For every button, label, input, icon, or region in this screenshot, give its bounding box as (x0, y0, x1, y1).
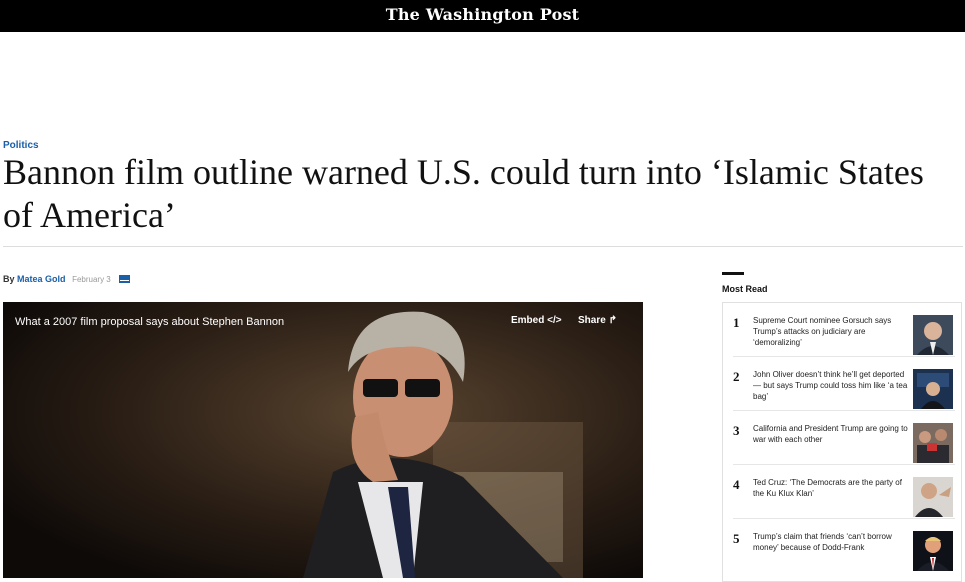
most-read-list: 1 Supreme Court nominee Gorsuch says Tru… (722, 302, 962, 582)
item-divider (733, 410, 955, 411)
section-label[interactable]: Politics (3, 140, 39, 151)
article-headline: Bannon film outline warned U.S. could tu… (3, 152, 924, 235)
byline-prefix: By (3, 274, 15, 284)
item-number: 3 (733, 423, 740, 438)
item-thumbnail[interactable] (913, 315, 953, 355)
item-divider (733, 356, 955, 357)
item-number: 2 (733, 369, 740, 384)
headline-divider (3, 246, 963, 247)
video-title: What a 2007 film proposal says about Ste… (15, 316, 285, 328)
mail-icon[interactable] (119, 275, 131, 283)
item-thumbnail[interactable] (913, 477, 953, 517)
item-headline[interactable]: California and President Trump are going… (753, 423, 913, 445)
most-read-item-2[interactable]: 2 John Oliver doesn’t think he’ll get de… (733, 359, 955, 411)
washington-post-logo[interactable]: The Washington Post (0, 5, 965, 24)
item-number: 5 (733, 531, 740, 546)
most-read-item-3[interactable]: 3 California and President Trump are goi… (733, 413, 955, 465)
top-bar: The Washington Post (0, 0, 965, 32)
embed-button[interactable]: Embed </> (511, 315, 562, 326)
item-number: 1 (733, 315, 740, 330)
item-headline[interactable]: Trump’s claim that friends ‘can’t borrow… (753, 531, 913, 553)
most-read-heading: Most Read (722, 284, 768, 294)
most-read-item-4[interactable]: 4 Ted Cruz: ‘The Democrats are the party… (733, 467, 955, 519)
item-headline[interactable]: Ted Cruz: ‘The Democrats are the party o… (753, 477, 913, 499)
item-number: 4 (733, 477, 740, 492)
item-thumbnail[interactable] (913, 369, 953, 409)
author-link[interactable]: Matea Gold (17, 274, 66, 284)
most-read-item-5[interactable]: 5 Trump’s claim that friends ‘can’t borr… (733, 521, 955, 573)
video-thumbnail-image (3, 302, 643, 578)
item-divider (733, 464, 955, 465)
byline: By Matea Gold February 3 (3, 274, 131, 284)
most-read-item-1[interactable]: 1 Supreme Court nominee Gorsuch says Tru… (733, 305, 955, 357)
item-headline[interactable]: John Oliver doesn’t think he’ll get depo… (753, 369, 913, 402)
publish-date: February 3 (72, 275, 111, 284)
share-button[interactable]: Share ↱ (578, 315, 617, 326)
item-divider (733, 518, 955, 519)
item-thumbnail[interactable] (913, 531, 953, 571)
item-headline[interactable]: Supreme Court nominee Gorsuch says Trump… (753, 315, 913, 348)
most-read-accent-bar (722, 272, 744, 275)
item-thumbnail[interactable] (913, 423, 953, 463)
video-player[interactable]: What a 2007 film proposal says about Ste… (3, 302, 643, 578)
